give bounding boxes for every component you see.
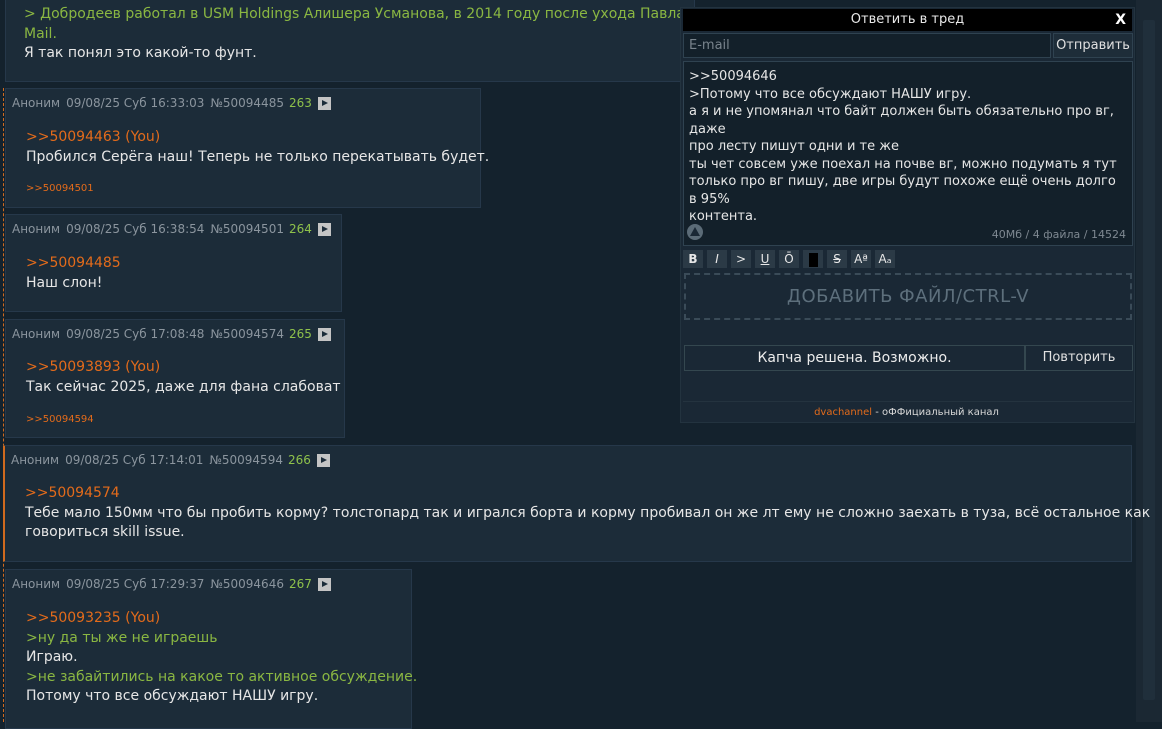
post-date: 09/08/25 Суб 17:14:01 (65, 453, 204, 467)
post-id[interactable]: №50094485 (210, 96, 284, 110)
play-icon[interactable] (316, 453, 330, 467)
post-date: 09/08/25 Суб 16:38:54 (66, 222, 205, 236)
post-text: Пробился Серёга наш! Теперь не только пе… (26, 148, 490, 165)
file-dropzone[interactable]: ДОБАВИТЬ ФАЙЛ/CTRL-V (684, 273, 1132, 320)
post-date: 09/08/25 Суб 17:08:48 (66, 327, 205, 341)
upload-limit-counter: 40Мб / 4 файла / 14524 (991, 228, 1126, 241)
retry-captcha-button[interactable]: Повторить (1025, 345, 1133, 371)
post-number: 263 (288, 96, 312, 110)
post-text: Играю. (26, 649, 78, 665)
post-id[interactable]: №50094594 (209, 453, 283, 467)
markup-toolbar: B I > U Ō S Aª Aₐ (683, 250, 895, 268)
reply-link[interactable]: >>50094463 (You) (26, 128, 489, 148)
post-number: 265 (288, 327, 312, 341)
reply-form: Ответить в тред X E-mail Отправить >>500… (680, 7, 1135, 423)
strike-button[interactable]: S (827, 250, 847, 268)
quote-button[interactable]: > (731, 250, 751, 268)
form-divider (683, 401, 1132, 402)
reply-link[interactable]: >>50093235 (You) (26, 609, 417, 629)
post-number: 266 (287, 453, 311, 467)
post-author: Аноним (12, 96, 61, 110)
overline-button[interactable]: Ō (779, 250, 799, 268)
channel-footer: dvachannel - оФФициальный канал (681, 407, 1132, 418)
post-id[interactable]: №50094646 (210, 577, 284, 591)
post-quote-line: Mail. (24, 25, 57, 42)
underline-button[interactable]: U (755, 250, 775, 268)
post-header: Аноним 09/08/25 Суб 16:33:03 №50094485 2… (12, 96, 331, 110)
post-265: Аноним 09/08/25 Суб 17:08:48 №50094574 2… (5, 319, 345, 438)
spoiler-icon (808, 252, 818, 267)
post-264: Аноним 09/08/25 Суб 16:38:54 №50094501 2… (5, 214, 342, 312)
channel-suffix: - оФФициальный канал (872, 407, 999, 418)
post-text: Наш слон! (26, 274, 103, 291)
post-text: Потому что все обсуждают НАШУ игру. (26, 688, 319, 704)
post-author: Аноним (12, 222, 61, 236)
close-icon[interactable]: X (1115, 9, 1126, 31)
post-quote-line: >ну да ты же не играешь (26, 629, 218, 646)
play-icon[interactable] (317, 96, 331, 110)
post-number: 267 (288, 577, 312, 591)
post-date: 09/08/25 Суб 17:29:37 (66, 577, 205, 591)
reply-thread-line (3, 88, 4, 722)
post-text: Я так понял это какой-то фунт. (24, 45, 257, 61)
backlink[interactable]: >>50094501 (26, 183, 94, 194)
channel-link[interactable]: dvachannel (814, 407, 872, 418)
page-scrollbar[interactable] (1136, 0, 1162, 722)
post-header: Аноним 09/08/25 Суб 17:08:48 №50094574 2… (12, 327, 331, 341)
send-button[interactable]: Отправить (1053, 33, 1133, 58)
superscript-button[interactable]: Aª (851, 250, 871, 268)
post-263: Аноним 09/08/25 Суб 16:33:03 №50094485 2… (5, 88, 489, 208)
bold-button[interactable]: B (683, 250, 703, 268)
post-id[interactable]: №50094574 (210, 327, 284, 341)
sticker-icon[interactable] (687, 224, 703, 240)
play-icon[interactable] (317, 577, 331, 591)
post-header: Аноним 09/08/25 Суб 16:38:54 №50094501 2… (12, 222, 331, 236)
reply-form-title[interactable]: Ответить в тред X (683, 9, 1132, 31)
post-266: Аноним 09/08/25 Суб 17:14:01 №50094594 2… (3, 445, 1150, 562)
email-field[interactable]: E-mail (683, 33, 1051, 58)
backlink[interactable]: >>50094594 (26, 414, 94, 425)
post-header: Аноним 09/08/25 Суб 17:29:37 №50094646 2… (12, 577, 331, 591)
reply-link[interactable]: >>50093893 (You) (26, 358, 341, 378)
captcha-status: Капча решена. Возможно. (684, 345, 1025, 371)
play-icon[interactable] (317, 327, 331, 341)
post-id[interactable]: №50094501 (210, 222, 284, 236)
post-author: Аноним (11, 453, 60, 467)
post-quote-line: >не забайтились на какое то активное обс… (26, 668, 418, 685)
post-267: Аноним 09/08/25 Суб 17:29:37 №50094646 2… (5, 569, 417, 729)
reply-form-title-text: Ответить в тред (850, 12, 965, 27)
post-text: Так сейчас 2025, даже для фана слабоват (26, 378, 341, 395)
message-textarea[interactable]: >>50094646 >Потому что все обсуждают НАШ… (683, 61, 1133, 246)
post-author: Аноним (12, 577, 61, 591)
post-text: говориться skill issue. (25, 524, 185, 540)
spoiler-button[interactable] (803, 250, 823, 268)
post-author: Аноним (12, 327, 61, 341)
subscript-button[interactable]: Aₐ (875, 250, 895, 268)
scrollbar-thumb[interactable] (1143, 20, 1155, 700)
post-number: 264 (288, 222, 312, 236)
post-text: Тебе мало 150мм что бы пробить корму? то… (25, 504, 1151, 521)
italic-button[interactable]: I (707, 250, 727, 268)
post-top: > Добродеев работал в USM Holdings Алише… (5, 0, 726, 82)
play-icon[interactable] (317, 222, 331, 236)
post-date: 09/08/25 Суб 16:33:03 (66, 96, 205, 110)
reply-link[interactable]: >>50094574 (25, 484, 1150, 504)
post-quote-line: > Добродеев работал в USM Holdings Алише… (24, 6, 726, 22)
post-header: Аноним 09/08/25 Суб 17:14:01 №50094594 2… (11, 453, 330, 467)
reply-link[interactable]: >>50094485 (26, 254, 121, 274)
